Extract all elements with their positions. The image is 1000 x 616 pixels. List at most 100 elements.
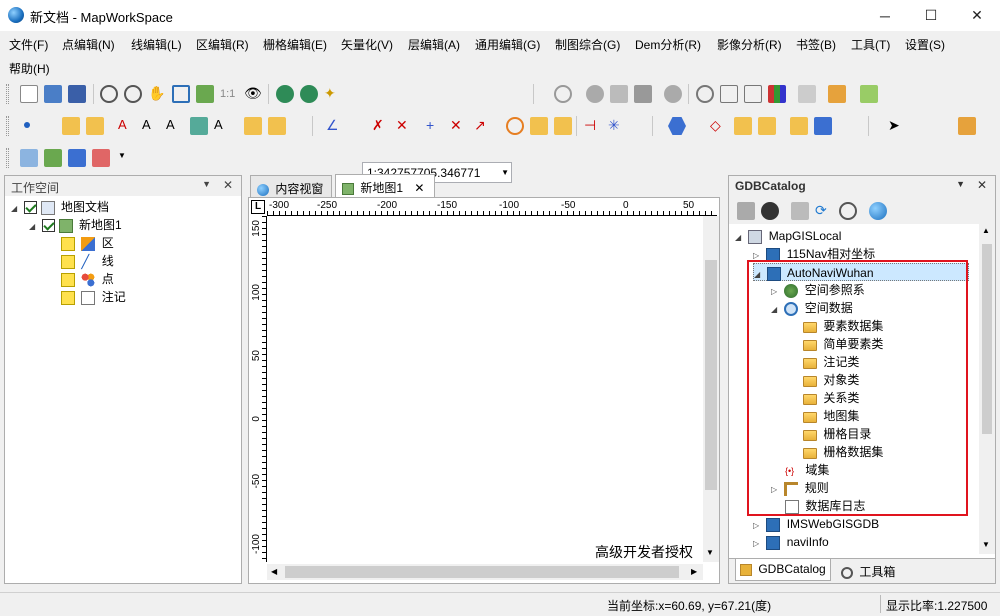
expand-icon[interactable]: ◢	[29, 218, 39, 236]
scroll-up-arrow[interactable]: ▲	[982, 226, 990, 235]
edit-point-icon[interactable]	[62, 117, 80, 135]
scroll-left-arrow[interactable]: ◀	[271, 567, 277, 576]
refresh-view-icon[interactable]	[196, 85, 214, 103]
menu-cartography[interactable]: 制图综合(G)	[555, 36, 620, 53]
server-icon[interactable]	[761, 202, 779, 220]
close-icon[interactable]: ✕	[223, 178, 233, 192]
join-icon[interactable]: ✳	[608, 117, 626, 135]
line-style-icon[interactable]	[554, 117, 572, 135]
globe-icon[interactable]	[869, 202, 887, 220]
map-view[interactable]: L -300 -250 -200 -150 -100 -50 0 50 150 …	[248, 197, 720, 584]
settings-doc-icon[interactable]	[860, 85, 878, 103]
tree-node-map1[interactable]: ◢ 新地图1	[29, 216, 122, 234]
search-icon[interactable]	[839, 202, 857, 220]
hand-tool-icon[interactable]	[958, 117, 976, 135]
menu-file[interactable]: 文件(F)	[9, 36, 48, 53]
save-icon[interactable]	[68, 85, 86, 103]
layer-state-icon[interactable]	[61, 290, 75, 305]
ruler-corner[interactable]: L	[251, 200, 265, 214]
eye-icon[interactable]: 👁	[244, 85, 262, 103]
find-icon[interactable]	[554, 85, 572, 103]
expand-icon[interactable]: ◢	[735, 229, 745, 247]
select-tool-icon[interactable]	[634, 85, 652, 103]
menu-bookmark[interactable]: 书签(B)	[796, 36, 836, 53]
pin-icon[interactable]: ▼	[956, 179, 965, 189]
heart-icon[interactable]	[664, 85, 682, 103]
add-vertex-icon[interactable]: +	[426, 117, 444, 135]
menu-raster-edit[interactable]: 栅格编辑(E)	[263, 36, 327, 53]
attach-db-icon[interactable]	[737, 202, 755, 220]
menu-image-analysis[interactable]: 影像分析(R)	[717, 36, 782, 53]
magic-wand-icon[interactable]: ✦	[324, 85, 342, 103]
scroll-down-arrow[interactable]: ▼	[982, 540, 990, 549]
chevron-down-icon[interactable]: ▼	[118, 151, 126, 160]
maximize-button[interactable]: ☐	[908, 0, 954, 31]
scroll-thumb[interactable]	[705, 260, 717, 490]
tab-content-view[interactable]: 内容视窗	[250, 175, 332, 197]
merge-icon[interactable]	[814, 117, 832, 135]
minimize-button[interactable]: ─	[862, 0, 908, 31]
prev-view-icon[interactable]	[276, 85, 294, 103]
zoom-out-icon[interactable]	[124, 85, 142, 103]
menu-tools[interactable]: 工具(T)	[851, 36, 890, 53]
map-tool-1-icon[interactable]	[20, 149, 38, 167]
edit-line-icon[interactable]	[86, 117, 104, 135]
layer-checkbox[interactable]	[42, 219, 56, 233]
info-icon[interactable]	[586, 85, 604, 103]
collapse-icon[interactable]: ▷	[753, 535, 763, 553]
layer-state-icon[interactable]	[61, 236, 75, 251]
map-tool-3-icon[interactable]	[68, 149, 86, 167]
map-tool-4-icon[interactable]	[92, 149, 110, 167]
tree-node-db4[interactable]: ▷ naviInfo	[753, 533, 829, 551]
clip-icon[interactable]	[790, 117, 808, 135]
bar-chart-icon[interactable]	[768, 85, 786, 103]
vertical-scrollbar[interactable]: ▼	[703, 216, 719, 562]
text-param-icon[interactable]	[268, 117, 286, 135]
delete-text-icon[interactable]: A	[118, 117, 136, 135]
refresh-icon[interactable]: ⟳	[815, 202, 833, 220]
tree-node-mapgislocal[interactable]: ◢ MapGISLocal	[735, 227, 841, 245]
snap-icon[interactable]	[506, 117, 524, 135]
tree-node-layer-point[interactable]: 点	[61, 270, 114, 288]
map-tool-2-icon[interactable]	[44, 149, 62, 167]
new-doc-icon[interactable]	[20, 85, 38, 103]
region-param-icon[interactable]	[734, 117, 752, 135]
param-edit-icon[interactable]	[244, 117, 262, 135]
tab-close-icon[interactable]: ✕	[414, 181, 424, 195]
line-param-icon[interactable]	[530, 117, 548, 135]
pencil-icon[interactable]	[798, 85, 816, 103]
next-view-icon[interactable]	[300, 85, 318, 103]
close-icon[interactable]: ✕	[977, 178, 987, 192]
delete-region-icon[interactable]: ◇	[710, 117, 728, 135]
table-icon[interactable]	[744, 85, 762, 103]
tree-node-map-doc[interactable]: ◢ 地图文档	[11, 198, 109, 216]
tree-node-layer-note[interactable]: 注记	[61, 288, 126, 306]
menu-settings[interactable]: 设置(S)	[905, 36, 945, 53]
chevron-down-icon[interactable]: ▼	[501, 168, 509, 177]
polyline-icon[interactable]: ∠	[326, 117, 344, 135]
menu-vectorize[interactable]: 矢量化(V)	[341, 36, 393, 53]
split-icon[interactable]: ⊣	[584, 117, 602, 135]
menu-general-edit[interactable]: 通用编辑(G)	[475, 36, 540, 53]
open-icon[interactable]	[44, 85, 62, 103]
tab-toolbox[interactable]: 工具箱	[837, 561, 899, 581]
scroll-thumb[interactable]	[982, 244, 992, 434]
catalog-scrollbar[interactable]: ▲ ▼	[979, 224, 995, 554]
menu-region-edit[interactable]: 区编辑(R)	[196, 36, 249, 53]
measure-icon[interactable]	[610, 85, 628, 103]
move-vertex-icon[interactable]: ↗	[474, 117, 492, 135]
tree-node-layer-line[interactable]: ╱ 线	[61, 252, 114, 270]
tab-gdbcatalog[interactable]: GDBCatalog	[735, 559, 831, 581]
layer-state-icon[interactable]	[61, 272, 75, 287]
close-button[interactable]: ✕	[954, 0, 1000, 31]
horizontal-scrollbar[interactable]: ◀ ▶	[267, 564, 703, 580]
delete-vertex-icon[interactable]: ✕	[450, 117, 468, 135]
menu-help[interactable]: 帮助(H)	[9, 60, 50, 77]
grid-icon[interactable]	[720, 85, 738, 103]
expand-icon[interactable]: ◢	[11, 200, 21, 218]
menu-point-edit[interactable]: 点编辑(N)	[62, 36, 115, 53]
menu-line-edit[interactable]: 线编辑(L)	[131, 36, 182, 53]
toolbar-grip[interactable]	[6, 84, 9, 104]
add-text-icon[interactable]: A	[142, 117, 160, 135]
pan-hand-icon[interactable]: ✋	[148, 85, 166, 103]
